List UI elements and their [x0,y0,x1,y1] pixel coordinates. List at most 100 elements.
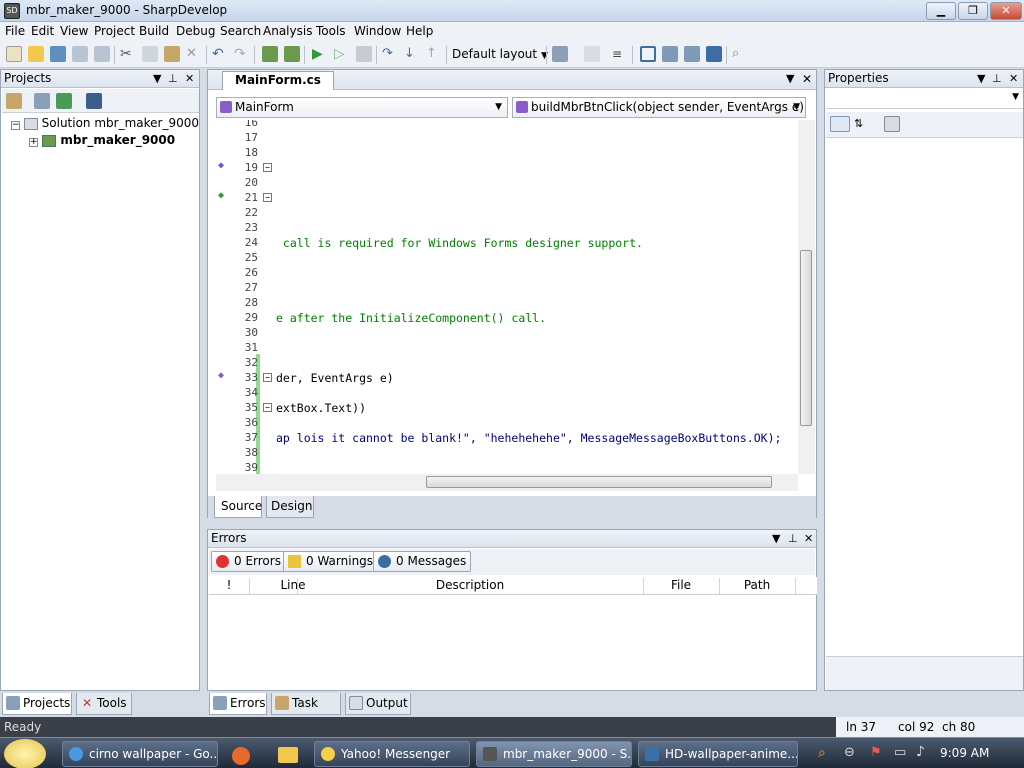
flag-icon[interactable]: ⚑ [870,745,882,760]
menu-window[interactable]: Window [354,24,401,38]
scroll-thumb[interactable] [426,476,772,488]
build-icon[interactable] [262,46,278,62]
code-area[interactable]: 16 17 18 19 20 21 22 23 24 25 26 27 28 2… [216,120,798,474]
tab-source[interactable]: Source [214,496,262,518]
errors-toggle[interactable]: 0 Errors [211,551,286,572]
pad-menu-icon[interactable]: ▼ [772,530,780,547]
indent-icon[interactable]: ≡ [612,46,628,62]
member-combo[interactable]: buildMbrBtnClick(object sender, EventArg… [512,97,806,118]
scroll-thumb[interactable] [800,250,812,426]
step-out-icon[interactable]: ↑ [426,46,442,62]
refresh-icon[interactable] [56,93,72,109]
battery-icon[interactable]: ▭ [894,745,906,760]
pad-menu-icon[interactable]: ▼ [153,70,161,87]
redo-icon[interactable]: ↷ [234,46,250,62]
layout-select[interactable]: Default layout ▼ [452,47,548,61]
tab-projects[interactable]: Projects [2,693,72,715]
clock[interactable]: 9:09 AM [940,746,989,760]
menu-tools[interactable]: Tools [316,24,346,38]
copy-icon[interactable] [142,46,158,62]
doc-menu-icon[interactable]: ▼ [786,72,794,85]
fold-icon[interactable]: − [263,373,272,382]
print-preview-icon[interactable] [684,46,700,62]
pad-menu-icon[interactable]: ▼ [977,70,985,87]
maximize-button[interactable]: ❐ [958,2,988,20]
menu-debug[interactable]: Debug [176,24,215,38]
horizontal-scrollbar[interactable] [216,474,798,491]
undo-icon[interactable]: ↶ [212,46,228,62]
bookmark-icon[interactable] [584,46,600,62]
menu-analysis[interactable]: Analysis [263,24,312,38]
print-icon[interactable] [662,46,678,62]
vertical-scrollbar[interactable] [798,120,815,474]
menu-project[interactable]: Project [94,24,135,38]
close-icon[interactable]: ✕ [185,70,194,87]
tab-errors[interactable]: Errors [209,693,267,715]
menu-edit[interactable]: Edit [31,24,54,38]
delete-icon[interactable]: ✕ [186,46,202,62]
pin-icon[interactable]: ⊥ [788,530,798,547]
close-doc-icon[interactable]: ✕ [802,72,812,86]
cut-icon[interactable]: ✂ [120,46,136,62]
pin-icon[interactable]: ⊥ [168,70,178,87]
search-icon[interactable]: ⌕ [732,46,748,62]
solution-node[interactable]: − Solution mbr_maker_9000 [11,116,199,130]
window-icon[interactable] [640,46,656,62]
warnings-toggle[interactable]: 0 Warnings [283,551,379,572]
taskbar-item-messenger[interactable]: Yahoo! Messenger [314,741,470,767]
categorized-icon[interactable] [830,116,850,132]
object-select[interactable]: ▼ [826,89,1023,109]
fold-icon[interactable]: − [263,163,272,172]
sort-alpha-icon[interactable]: ⇅ [854,116,870,132]
menu-file[interactable]: File [5,24,25,38]
find-in-files-icon[interactable] [552,46,568,62]
rebuild-icon[interactable] [284,46,300,62]
options-icon[interactable] [706,46,722,62]
taskbar-item-image[interactable]: HD-wallpaper-anime... [638,741,798,767]
tab-mainform-cs[interactable]: MainForm.cs [222,71,334,90]
fold-icon[interactable]: − [263,403,272,412]
class-combo[interactable]: MainForm ▼ [216,97,508,118]
run-without-debug-icon[interactable]: ▷ [334,46,350,62]
close-icon[interactable]: ✕ [804,530,813,547]
col-severity[interactable]: ! [209,578,249,592]
col-file[interactable]: File [643,578,719,592]
col-description[interactable]: Description [297,578,643,592]
start-button[interactable] [4,739,46,768]
menu-search[interactable]: Search [220,24,261,38]
menu-build[interactable]: Build [139,24,169,38]
network-icon[interactable]: ⊖ [844,745,855,760]
save-as-icon[interactable] [94,46,110,62]
volume-icon[interactable]: ♪ [916,744,925,760]
tab-task-list[interactable]: Task List [271,693,341,730]
property-pages-icon[interactable] [884,116,900,132]
explorer-icon[interactable] [278,747,298,763]
tab-output[interactable]: Output [345,693,411,715]
collapse-icon[interactable]: − [11,121,20,130]
expand-icon[interactable]: + [29,138,38,147]
pin-icon[interactable]: ⊥ [992,70,1002,87]
close-button[interactable]: ✕ [990,2,1022,20]
run-icon[interactable]: ▶ [312,46,328,62]
step-into-icon[interactable]: ↓ [404,46,420,62]
save-icon[interactable] [72,46,88,62]
taskbar-item-browser[interactable]: cirno wallpaper - Go... [62,741,218,767]
menu-view[interactable]: View [60,24,88,38]
open-folder-icon[interactable] [28,46,44,62]
tab-design[interactable]: Design [266,496,314,518]
stop-icon[interactable] [356,46,372,62]
menu-help[interactable]: Help [406,24,433,38]
fold-icon[interactable]: − [263,193,272,202]
col-path[interactable]: Path [719,578,795,592]
collapse-all-icon[interactable] [34,93,50,109]
tab-tools[interactable]: ✕ Tools [76,693,132,715]
new-file-icon[interactable] [6,46,22,62]
minimize-button[interactable]: ▁ [926,2,956,20]
close-icon[interactable]: ✕ [1009,70,1018,87]
search-icon[interactable]: ⌕ [818,745,826,761]
project-properties-icon[interactable] [6,93,22,109]
taskbar-item-sharpdevelop[interactable]: mbr_maker_9000 - S... [476,741,632,767]
firefox-icon[interactable] [232,747,250,765]
save-all-icon[interactable] [50,46,66,62]
project-node[interactable]: + mbr_maker_9000 [29,133,175,147]
